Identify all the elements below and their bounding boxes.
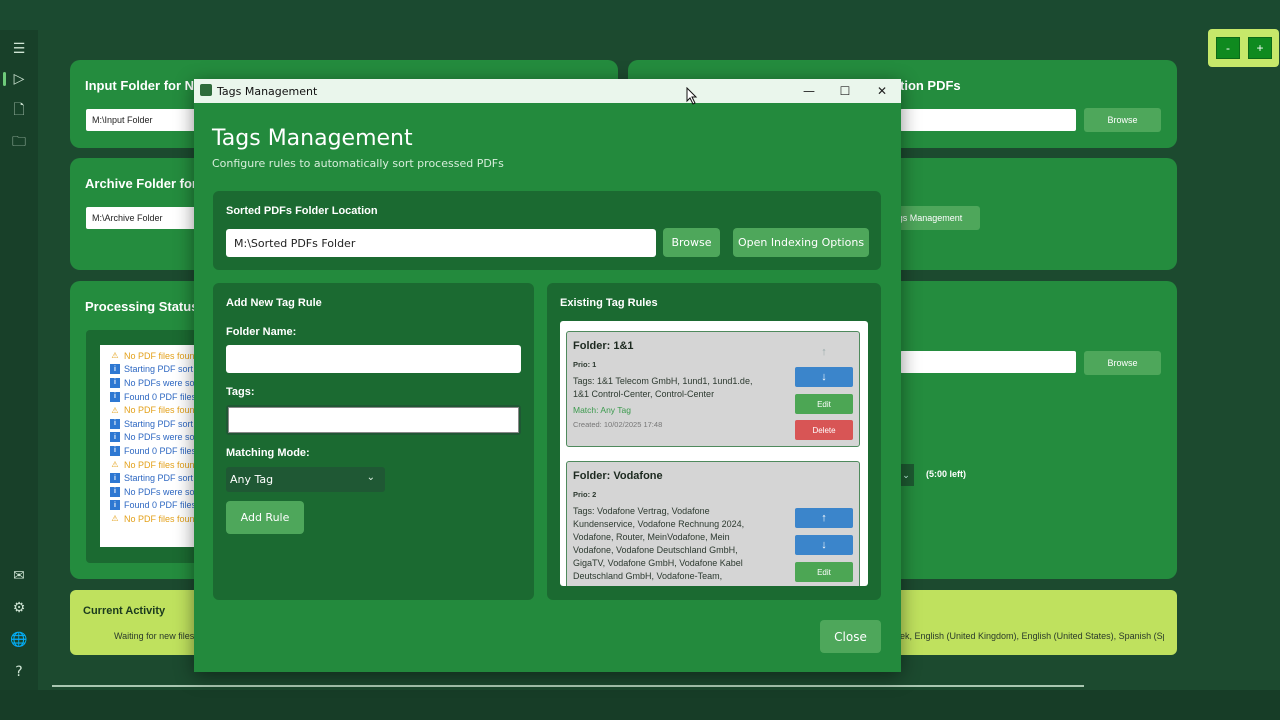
secondary-browse-button[interactable]: Browse	[1084, 351, 1161, 375]
active-indicator	[3, 72, 6, 86]
zoom-out-button[interactable]: -	[1216, 37, 1240, 59]
rule-card: Folder: Vodafone Prio: 2 Tags: Vodafone …	[566, 461, 860, 586]
rule-match-mode: Match: Any Tag	[573, 405, 631, 415]
add-rule-panel: Add New Tag Rule Folder Name: Tags: Matc…	[213, 283, 534, 600]
minimize-button[interactable]: —	[795, 81, 823, 101]
play-icon[interactable]: ▷	[8, 68, 30, 90]
move-down-button[interactable]: ↓	[795, 367, 853, 387]
document-icon[interactable]: 🗋	[8, 100, 30, 122]
add-rule-button[interactable]: Add Rule	[226, 501, 304, 534]
gear-icon[interactable]: ⚙	[8, 597, 30, 619]
move-up-button[interactable]: ↑	[795, 342, 853, 362]
edit-rule-button[interactable]: Edit	[795, 394, 853, 414]
input-folder-path[interactable]: M:\Input Folder	[86, 109, 206, 131]
secondary-path-input[interactable]	[900, 351, 1076, 373]
archive-folder-path[interactable]: M:\Archive Folder	[86, 207, 206, 229]
info-icon: i	[110, 418, 120, 429]
info-icon: i	[110, 486, 120, 497]
folder-icon[interactable]: 🗀	[8, 132, 30, 154]
rule-folder-name: Folder: 1&1	[573, 340, 634, 352]
rule-priority: Prio: 2	[573, 490, 597, 499]
horizontal-scrollbar[interactable]	[52, 685, 1084, 687]
app-icon	[200, 84, 212, 96]
info-icon: i	[110, 377, 120, 388]
current-activity-text: Waiting for new files	[114, 631, 194, 641]
rule-tags: Tags: Vodafone Vertrag, Vodafone Kundens…	[573, 506, 745, 581]
info-icon: i	[110, 391, 120, 402]
timer-text: (5:00 left)	[926, 469, 967, 479]
existing-rules-title: Existing Tag Rules	[560, 297, 658, 309]
zoom-in-button[interactable]: +	[1248, 37, 1272, 59]
rule-created-date: Created: 10/02/2025 17:48	[573, 420, 663, 429]
rule-card: Folder: 1&1 Prio: 1 Tags: 1&1 Telecom Gm…	[566, 331, 860, 447]
tags-management-dialog: Tags Management — ☐ ✕ Tags Management Co…	[194, 79, 901, 672]
matching-mode-value: Any Tag	[230, 473, 274, 486]
app-top-bar	[0, 0, 1280, 30]
languages-text: ek, English (United Kingdom), English (U…	[900, 631, 1164, 641]
dialog-subtitle: Configure rules to automatically sort pr…	[212, 157, 504, 170]
warning-icon: ⚠	[111, 514, 119, 524]
warning-icon: ⚠	[111, 460, 119, 470]
maximize-button[interactable]: ☐	[831, 81, 859, 101]
tags-input[interactable]	[226, 405, 521, 435]
delete-rule-button[interactable]: Delete	[795, 420, 853, 440]
dialog-heading: Tags Management	[212, 126, 413, 151]
output-folder-path[interactable]	[900, 109, 1076, 131]
sorted-folder-path-input[interactable]: M:\Sorted PDFs Folder	[226, 229, 656, 257]
edit-rule-button[interactable]: Edit	[795, 562, 853, 582]
sidebar: ☰ ▷ 🗋 🗀 ✉ ⚙ 🌐 ?	[0, 30, 38, 690]
info-icon: i	[110, 364, 120, 375]
processing-status-title: Processing Status	[85, 299, 199, 314]
app-bottom-bar	[0, 690, 1280, 720]
existing-rules-list[interactable]: Folder: 1&1 Prio: 1 Tags: 1&1 Telecom Gm…	[560, 321, 868, 586]
folder-name-label: Folder Name:	[226, 326, 297, 338]
add-rule-title: Add New Tag Rule	[226, 297, 322, 309]
move-down-button[interactable]: ↓	[795, 535, 853, 555]
open-indexing-options-button[interactable]: Open Indexing Options	[733, 228, 869, 257]
dialog-title-bar[interactable]: Tags Management — ☐ ✕	[194, 79, 901, 103]
rule-tags: Tags: 1&1 Telecom GmbH, 1und1, 1und1.de,…	[573, 376, 753, 399]
move-up-button[interactable]: ↑	[795, 508, 853, 528]
archive-folder-title: Archive Folder for	[85, 176, 197, 191]
mail-icon[interactable]: ✉	[8, 565, 30, 587]
matching-mode-label: Matching Mode:	[226, 447, 310, 459]
info-icon: i	[110, 500, 120, 511]
matching-mode-select[interactable]: Any Tag ⌄	[226, 467, 385, 492]
menu-icon[interactable]: ☰	[8, 38, 30, 60]
sorted-browse-button[interactable]: Browse	[663, 228, 720, 257]
warning-icon: ⚠	[111, 351, 119, 361]
info-icon: i	[110, 445, 120, 456]
folder-name-input[interactable]	[226, 345, 521, 373]
chevron-down-icon: ⌄	[366, 472, 375, 483]
dialog-window-title: Tags Management	[217, 85, 318, 98]
zoom-controls: - +	[1208, 29, 1279, 67]
tags-label: Tags:	[226, 386, 255, 398]
sorted-folder-panel: Sorted PDFs Folder Location M:\Sorted PD…	[213, 191, 881, 270]
input-folder-title: Input Folder for N	[85, 78, 195, 93]
output-folder-title: tion PDFs	[900, 78, 961, 93]
sorted-folder-title: Sorted PDFs Folder Location	[226, 205, 378, 217]
warning-icon: ⚠	[111, 405, 119, 415]
rule-priority: Prio: 1	[573, 360, 597, 369]
output-browse-button[interactable]: Browse	[1084, 108, 1161, 132]
globe-icon[interactable]: 🌐	[8, 629, 30, 651]
close-button[interactable]: Close	[820, 620, 881, 653]
info-icon: i	[110, 432, 120, 443]
help-icon[interactable]: ?	[8, 661, 30, 683]
info-icon: i	[110, 473, 120, 484]
close-window-button[interactable]: ✕	[868, 81, 896, 101]
mouse-cursor-icon	[686, 87, 698, 105]
rule-folder-name: Folder: Vodafone	[573, 470, 663, 482]
current-activity-title: Current Activity	[83, 605, 166, 617]
